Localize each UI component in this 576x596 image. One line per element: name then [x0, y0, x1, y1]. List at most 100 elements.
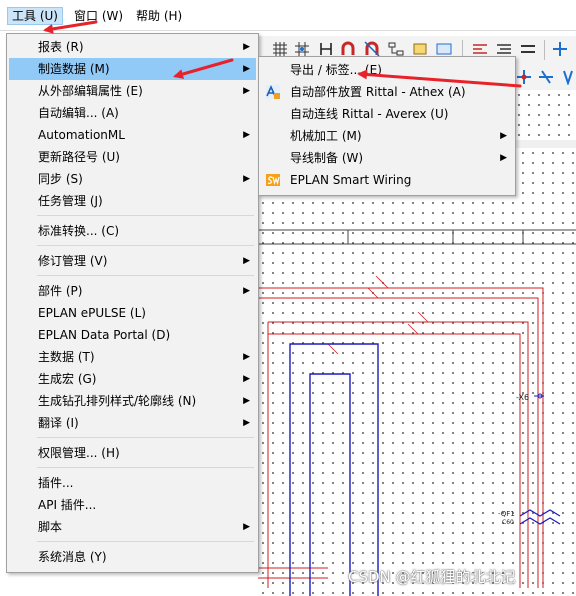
menu-item-label: 权限管理... (H) — [38, 446, 120, 460]
submenu-item-auto-part-placement[interactable]: 自动部件放置 Rittal - Athex (A) — [261, 81, 513, 103]
menu-item-revision-management[interactable]: 修订管理 (V) ▶ — [9, 250, 256, 272]
menu-item-label: 从外部编辑属性 (E) — [38, 84, 143, 98]
menu-item-eplan-epulse[interactable]: EPLAN ePULSE (L) — [9, 302, 256, 324]
menu-window[interactable]: 窗口 (W) — [70, 8, 127, 24]
submenu-item-label: EPLAN Smart Wiring — [290, 173, 412, 187]
menu-item-reports[interactable]: 报表 (R) ▶ — [9, 36, 256, 58]
submenu-item-auto-wiring[interactable]: 自动连线 Rittal - Averex (U) — [261, 103, 513, 125]
menu-item-label: 报表 (R) — [38, 40, 84, 54]
menu-item-automationml[interactable]: AutomationML ▶ — [9, 124, 256, 146]
label-qf1: -QF1 — [498, 510, 515, 518]
label-c60: C60 — [502, 519, 514, 526]
submenu-item-wire-preparation[interactable]: 导线制备 (W) ▶ — [261, 147, 513, 169]
menu-item-rights-management[interactable]: 权限管理... (H) — [9, 442, 256, 464]
menu-item-manufacturing-data[interactable]: 制造数据 (M) ▶ — [9, 58, 256, 80]
menu-item-label: 更新路径号 (U) — [38, 150, 120, 164]
menu-item-label: 同步 (S) — [38, 172, 83, 186]
lines-icon[interactable] — [496, 41, 512, 57]
menu-separator — [37, 275, 254, 276]
menu-item-standard-conversion[interactable]: 标准转换... (C) — [9, 220, 256, 242]
menu-item-label: 自动编辑... (A) — [38, 106, 119, 120]
tools-dropdown-menu: 报表 (R) ▶ 制造数据 (M) ▶ 从外部编辑属性 (E) ▶ 自动编辑... (… — [6, 33, 259, 573]
frame-icon[interactable] — [436, 41, 452, 57]
menu-item-label: EPLAN Data Portal (D) — [38, 328, 171, 342]
menu-item-label: API 插件... — [38, 498, 97, 512]
menu-item-label: 制造数据 (M) — [38, 62, 110, 76]
menu-item-label: 翻译 (I) — [38, 416, 79, 430]
submenu-arrow-icon: ▶ — [243, 352, 250, 362]
menu-item-label: EPLAN ePULSE (L) — [38, 306, 146, 320]
submenu-arrow-icon: ▶ — [243, 374, 250, 384]
drawing-canvas-top — [514, 90, 576, 140]
menu-item-master-data[interactable]: 主数据 (T) ▶ — [9, 346, 256, 368]
magnet-alt-icon[interactable] — [364, 41, 380, 57]
submenu-arrow-icon: ▶ — [243, 42, 250, 52]
submenu-arrow-icon: ▶ — [243, 130, 250, 140]
rittal-athex-icon — [266, 85, 280, 99]
toolbar-secondary — [512, 64, 576, 90]
manufacturing-data-submenu: 导出 / 标签... (E) 自动部件放置 Rittal - Athex (A)… — [258, 56, 516, 196]
menu-item-add-ins[interactable]: 插件... — [9, 472, 256, 494]
menu-item-eplan-data-portal[interactable]: EPLAN Data Portal (D) — [9, 324, 256, 346]
menu-item-label: 部件 (P) — [38, 284, 83, 298]
menu-separator — [37, 467, 254, 468]
menu-item-external-edit-properties[interactable]: 从外部编辑属性 (E) ▶ — [9, 80, 256, 102]
menu-item-scripts[interactable]: 脚本 ▶ — [9, 516, 256, 538]
jumper-icon[interactable] — [560, 69, 576, 85]
breaker-qf1[interactable]: -QF1 C60 — [498, 509, 561, 526]
menu-item-label: 插件... — [38, 476, 74, 490]
menu-item-update-path-number[interactable]: 更新路径号 (U) — [9, 146, 256, 168]
menu-separator — [37, 437, 254, 438]
menu-item-task-management[interactable]: 任务管理 (J) — [9, 190, 256, 212]
submenu-item-label: 机械加工 (M) — [290, 129, 362, 143]
snap-grid-icon[interactable] — [294, 41, 310, 57]
terminal-x6[interactable]: -X6 — [516, 393, 544, 402]
submenu-item-label: 导出 / 标签... (E) — [290, 63, 382, 77]
menu-item-translate[interactable]: 翻译 (I) ▶ — [9, 412, 256, 434]
menu-help[interactable]: 帮助 (H) — [132, 8, 186, 24]
menu-tools[interactable]: 工具 (U) — [7, 7, 63, 25]
submenu-arrow-icon: ▶ — [243, 64, 250, 74]
menu-separator — [37, 245, 254, 246]
align-icon[interactable] — [472, 41, 488, 57]
menu-item-generate-macros[interactable]: 生成宏 (G) ▶ — [9, 368, 256, 390]
submenu-item-machining[interactable]: 机械加工 (M) ▶ — [261, 125, 513, 147]
menu-item-sync[interactable]: 同步 (S) ▶ — [9, 168, 256, 190]
submenu-arrow-icon: ▶ — [243, 174, 250, 184]
schematic-drawing: -X6 -QF1 C60 — [258, 229, 576, 596]
menu-item-label: AutomationML — [38, 128, 125, 142]
smart-wiring-icon — [266, 174, 280, 186]
box-icon[interactable] — [412, 41, 428, 57]
drawing-canvas[interactable]: -X6 -QF1 C60 — [258, 148, 576, 596]
grid-icon[interactable] — [272, 41, 288, 57]
submenu-item-export-labels[interactable]: 导出 / 标签... (E) — [261, 59, 513, 81]
submenu-item-smart-wiring[interactable]: EPLAN Smart Wiring — [261, 169, 513, 191]
menu-item-system-messages[interactable]: 系统消息 (Y) — [9, 546, 256, 568]
submenu-arrow-icon: ▶ — [243, 86, 250, 96]
menu-item-auto-edit[interactable]: 自动编辑... (A) — [9, 102, 256, 124]
submenu-arrow-icon: ▶ — [500, 153, 507, 163]
connect-point-icon[interactable] — [516, 69, 532, 85]
submenu-item-label: 自动连线 Rittal - Averex (U) — [290, 107, 449, 121]
menu-item-label: 修订管理 (V) — [38, 254, 108, 268]
menu-item-label: 脚本 — [38, 520, 63, 534]
menu-item-parts[interactable]: 部件 (P) ▶ — [9, 280, 256, 302]
interrupt-point-icon[interactable] — [538, 69, 554, 85]
magnet-icon[interactable] — [340, 41, 356, 57]
submenu-item-label: 自动部件放置 Rittal - Athex (A) — [290, 85, 466, 99]
hierarchy-icon[interactable] — [388, 41, 404, 57]
rows-icon[interactable] — [520, 41, 536, 57]
menu-item-label: 生成宏 (G) — [38, 372, 97, 386]
submenu-arrow-icon: ▶ — [500, 131, 507, 141]
menu-bar: 工具 (U) 窗口 (W) 帮助 (H) — [0, 0, 576, 31]
menu-item-drilling-pattern[interactable]: 生成钻孔排列样式/轮廓线 (N) ▶ — [9, 390, 256, 412]
submenu-arrow-icon: ▶ — [243, 418, 250, 428]
menu-item-label: 标准转换... (C) — [38, 224, 120, 238]
toolbar-separator — [544, 40, 545, 60]
watermark: CSDN @红狐狸的北北记 — [348, 568, 516, 586]
menu-item-label: 生成钻孔排列样式/轮廓线 (N) — [38, 394, 197, 408]
connection-icon[interactable] — [318, 41, 334, 57]
cross-icon[interactable] — [552, 41, 568, 57]
menu-item-api-add-ins[interactable]: API 插件... — [9, 494, 256, 516]
menu-item-label: 系统消息 (Y) — [38, 550, 107, 564]
